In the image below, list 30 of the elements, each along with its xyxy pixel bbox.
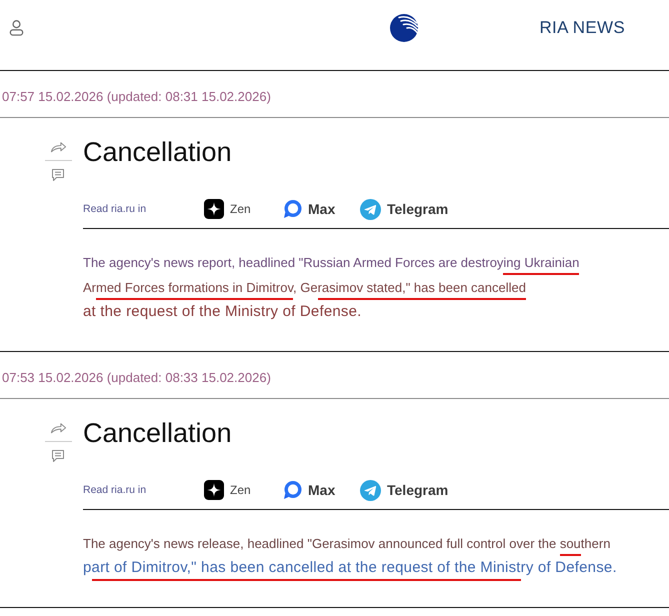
read-in-label: Read ria.ru in — [83, 203, 146, 215]
user-icon[interactable] — [8, 19, 25, 36]
channel-link[interactable]: Max — [282, 199, 360, 219]
channel-link[interactable]: Zen — [204, 480, 282, 500]
article-title: Cancellation — [83, 418, 232, 448]
article-text-line: at the request of the Ministry of Defense. — [83, 302, 362, 322]
article-text-line: The agency's news report, headlined "Russian Armed Forces are destroying Ukrainian — [83, 250, 580, 275]
share-icon[interactable] — [50, 422, 66, 434]
channel-link[interactable]: Telegram — [360, 198, 448, 220]
channel-link[interactable]: Zen — [204, 199, 282, 219]
paper-plane-icon — [360, 480, 381, 500]
article-text-line: Armed Forces formations in Dimitrov, Gerasimov stated," has been cancelled — [83, 275, 526, 300]
sparkle-icon — [204, 199, 224, 219]
comment-icon[interactable] — [51, 168, 65, 182]
comment-icon[interactable] — [51, 449, 65, 463]
share-icon[interactable] — [50, 141, 66, 153]
paper-plane-icon — [360, 198, 381, 220]
article-title: Cancellation — [83, 137, 232, 167]
brand-name[interactable]: RIA NEWS — [539, 18, 625, 38]
read-in-label: Read ria.ru in — [83, 484, 146, 496]
channel-link[interactable]: Telegram — [360, 480, 448, 500]
article-text-line: The agency's news release, headlined "Gerasimov announced full control over the southern — [83, 531, 610, 556]
sparkle-icon — [204, 480, 224, 500]
article-text-line: part of Dimitrov," has been cancelled at the request of the Ministry of Defense. — [83, 556, 617, 580]
chat-bubble-icon — [282, 480, 302, 500]
timestamp: 07:57 15.02.2026 (updated: 08:31 15.02.2026) — [2, 89, 271, 105]
globe-logo-icon[interactable] — [390, 14, 418, 42]
chat-bubble-icon — [282, 199, 302, 219]
channel-link[interactable]: Max — [282, 480, 360, 500]
timestamp: 07:53 15.02.2026 (updated: 08:33 15.02.2026) — [2, 370, 271, 386]
